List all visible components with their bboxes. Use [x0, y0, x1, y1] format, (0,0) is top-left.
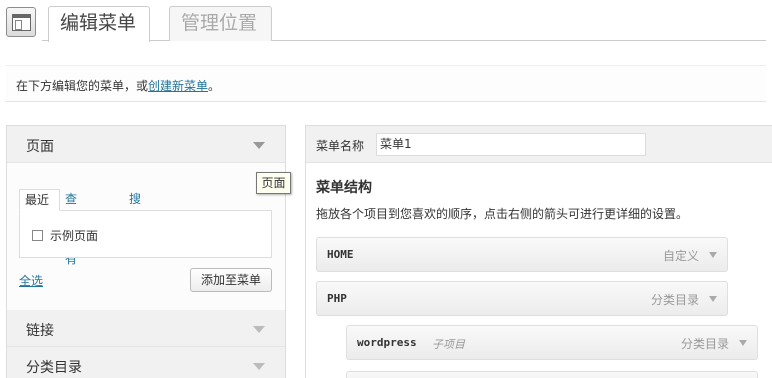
chevron-down-icon[interactable]	[253, 142, 265, 149]
accordion-links-title: 链接	[26, 323, 54, 339]
menu-item-title: HOME	[327, 248, 354, 261]
tab-view-all[interactable]: 查看所有	[65, 189, 77, 266]
accordion-pages[interactable]: 页面	[7, 126, 285, 163]
tab-manage-locations[interactable]: 管理位置	[169, 6, 272, 41]
tabs-divider	[42, 40, 766, 41]
accordion-links[interactable]: 链接	[7, 310, 285, 347]
menu-name-input[interactable]: 菜单1	[376, 133, 646, 156]
sub-item-tag: 子项目	[432, 338, 465, 351]
menu-item-title: PHP	[327, 292, 347, 305]
menu-item-home[interactable]: HOME 自定义	[316, 237, 728, 272]
accordion-categories[interactable]: 分类目录	[7, 347, 285, 378]
menu-item-php[interactable]: PHP 分类目录	[316, 281, 728, 316]
info-bar: 在下方编辑您的菜单，或创建新菜单。	[6, 65, 766, 102]
chevron-down-icon[interactable]	[253, 326, 265, 333]
tab-most-recent[interactable]: 最近	[19, 189, 60, 211]
tab-search[interactable]: 搜索	[129, 189, 141, 226]
menu-structure-title: 菜单结构	[316, 180, 372, 196]
sample-page-label[interactable]: 示例页面	[50, 227, 98, 244]
accordion-pages-title: 页面	[26, 139, 54, 155]
menu-item-partial[interactable]	[346, 371, 758, 378]
add-to-menu-button[interactable]: 添加至菜单	[190, 268, 272, 292]
create-new-menu-link[interactable]: 创建新菜单	[148, 79, 208, 93]
accordion-categories-title: 分类目录	[26, 360, 82, 376]
chevron-down-icon[interactable]	[709, 252, 717, 258]
menu-item-type: 分类目录	[680, 337, 729, 351]
menu-name-bar: 菜单名称 菜单1	[306, 126, 772, 163]
chevron-down-icon[interactable]	[739, 340, 747, 346]
sample-page-checkbox[interactable]	[32, 230, 43, 241]
pages-list-panel: 示例页面	[19, 210, 272, 258]
menu-item-type: 自定义	[662, 249, 699, 263]
menu-item-title: wordpress	[357, 336, 417, 349]
menu-structure-panel: 菜单名称 菜单1 菜单结构 拖放各个项目到您喜欢的顺序，点击右侧的箭头可进行更详…	[305, 125, 772, 378]
select-all-link[interactable]: 全选	[19, 272, 43, 289]
chevron-down-icon[interactable]	[709, 296, 717, 302]
menu-item-wordpress[interactable]: wordpress 子项目 分类目录	[346, 325, 758, 360]
tooltip: 页面	[256, 172, 291, 194]
tab-edit-menus[interactable]: 编辑菜单	[48, 6, 150, 42]
menu-structure-description: 拖放各个项目到您喜欢的顺序，点击右侧的箭头可进行更详细的设置。	[316, 207, 689, 221]
menus-window-icon	[6, 7, 36, 37]
info-text: 在下方编辑您的菜单，或创建新菜单。	[16, 79, 221, 93]
menu-item-type: 分类目录	[650, 293, 699, 307]
chevron-down-icon[interactable]	[253, 363, 265, 370]
menu-name-label: 菜单名称	[316, 139, 365, 153]
